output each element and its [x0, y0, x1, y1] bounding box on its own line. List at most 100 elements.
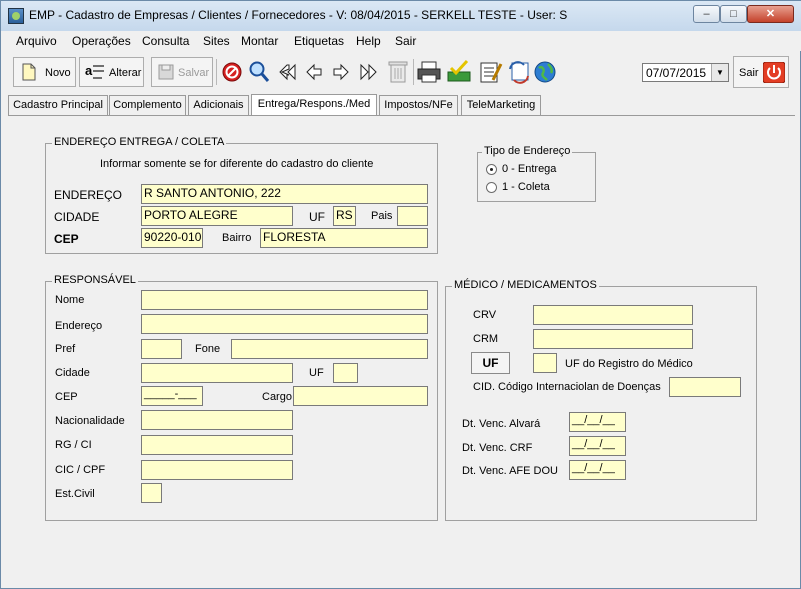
cep-label: CEP	[54, 232, 79, 246]
afe-date-input[interactable]: __/__/__	[569, 460, 626, 480]
cic-input[interactable]	[141, 460, 293, 480]
alterar-label: Alterar	[109, 67, 142, 79]
tipo-endereco-legend: Tipo de Endereço	[482, 145, 573, 157]
crm-input[interactable]	[533, 329, 693, 349]
date-value: 07/07/2015	[646, 66, 707, 80]
sair-button[interactable]: Sair	[733, 56, 789, 88]
cep-resp-label: CEP	[55, 391, 78, 403]
cid-label: CID. Código Internaciolan de Doenças	[473, 381, 661, 393]
novo-button[interactable]: Novo	[13, 57, 76, 87]
menu-montar[interactable]: Montar	[241, 34, 278, 48]
uf-label: UF	[309, 210, 325, 224]
menu-sites[interactable]: Sites	[203, 34, 230, 48]
edit-text-icon: a	[85, 63, 104, 79]
radio-entrega[interactable]	[486, 164, 497, 175]
cancel-icon[interactable]	[221, 61, 243, 83]
nome-label: Nome	[55, 294, 85, 306]
crv-label: CRV	[473, 309, 497, 321]
tab-telemarketing[interactable]: TeleMarketing	[461, 95, 541, 115]
rg-label: RG / CI	[55, 439, 92, 451]
responsavel-legend: RESPONSÁVEL	[52, 274, 138, 286]
fone-label: Fone	[195, 343, 221, 355]
delete-icon[interactable]	[387, 60, 409, 84]
app-icon	[8, 8, 24, 24]
next-record-icon[interactable]	[332, 63, 350, 81]
crm-label: CRM	[473, 333, 499, 345]
crf-label: Dt. Venc. CRF	[462, 442, 533, 454]
crv-input[interactable]	[533, 305, 693, 325]
rg-input[interactable]	[141, 435, 293, 455]
svg-text:a: a	[85, 63, 93, 78]
tab-complemento[interactable]: Complemento	[109, 95, 186, 115]
dropdown-arrow-icon[interactable]: ▼	[711, 64, 728, 81]
save-icon	[158, 64, 174, 80]
endereco-label: ENDEREÇO	[54, 188, 123, 202]
approve-icon[interactable]	[445, 58, 473, 84]
nacionalidade-input[interactable]	[141, 410, 293, 430]
previous-record-icon[interactable]	[305, 63, 323, 81]
novo-label: Novo	[45, 67, 71, 79]
alvara-label: Dt. Venc. Alvará	[462, 418, 541, 430]
uf-entrega-input[interactable]: RS	[333, 206, 356, 226]
fone-input[interactable]	[231, 339, 428, 359]
cidade-label: CIDADE	[54, 210, 100, 224]
cep-entrega-input[interactable]: 90220-010	[141, 228, 203, 248]
cep-resp-input[interactable]: _____-___	[141, 386, 203, 406]
refresh-documents-icon[interactable]	[506, 59, 532, 85]
radio-entrega-label[interactable]: 0 - Entrega	[502, 163, 556, 175]
menu-consulta[interactable]: Consulta	[142, 34, 189, 48]
pais-entrega-input[interactable]	[397, 206, 428, 226]
menu-sair[interactable]: Sair	[395, 34, 416, 48]
tab-entrega-respons-med[interactable]: Entrega/Respons./Med	[251, 94, 377, 116]
uf-medico-button[interactable]: UF	[471, 352, 510, 374]
cid-input[interactable]	[669, 377, 741, 397]
entrega-legend: ENDEREÇO ENTREGA / COLETA	[52, 136, 227, 148]
endereco-resp-input[interactable]	[141, 314, 428, 334]
estcivil-input[interactable]	[141, 483, 162, 503]
globe-icon[interactable]	[534, 61, 556, 83]
alvara-date-input[interactable]: __/__/__	[569, 412, 626, 432]
nacionalidade-label: Nacionalidade	[55, 415, 125, 427]
tab-impostos-nfe[interactable]: Impostos/NFe	[379, 95, 458, 115]
alterar-button[interactable]: a Alterar	[79, 57, 144, 87]
cic-label: CIC / CPF	[55, 464, 106, 476]
title-bar: EMP - Cadastro de Empresas / Clientes / …	[1, 1, 801, 31]
medico-legend: MÉDICO / MEDICAMENTOS	[452, 279, 599, 291]
menu-help[interactable]: Help	[356, 34, 381, 48]
search-icon[interactable]	[247, 60, 271, 84]
close-button[interactable]: ✕	[747, 5, 794, 23]
window-title: EMP - Cadastro de Empresas / Clientes / …	[29, 8, 568, 22]
notes-icon[interactable]	[479, 60, 503, 84]
radio-coleta-label[interactable]: 1 - Coleta	[502, 181, 550, 193]
pref-input[interactable]	[141, 339, 182, 359]
endereco-entrega-input[interactable]: R SANTO ANTONIO, 222	[141, 184, 428, 204]
menu-etiquetas[interactable]: Etiquetas	[294, 34, 344, 48]
tab-adicionais[interactable]: Adicionais	[188, 95, 249, 115]
nome-input[interactable]	[141, 290, 428, 310]
printer-icon[interactable]	[417, 60, 441, 84]
first-record-icon[interactable]	[278, 63, 298, 81]
endereco-resp-label: Endereço	[55, 320, 103, 332]
tab-cadastro-principal[interactable]: Cadastro Principal	[8, 95, 108, 115]
salvar-button[interactable]: Salvar	[151, 57, 213, 87]
bairro-entrega-input[interactable]: FLORESTA	[260, 228, 428, 248]
new-document-icon	[22, 63, 36, 81]
cidade-resp-input[interactable]	[141, 363, 293, 383]
pref-label: Pref	[55, 343, 76, 355]
maximize-button[interactable]: □	[720, 5, 747, 23]
cidade-entrega-input[interactable]: PORTO ALEGRE	[141, 206, 293, 226]
cargo-input[interactable]	[293, 386, 428, 406]
uf-medico-input[interactable]	[533, 353, 557, 373]
radio-coleta[interactable]	[486, 182, 497, 193]
menu-arquivo[interactable]: Arquivo	[16, 34, 57, 48]
last-record-icon[interactable]	[358, 63, 378, 81]
cidade-resp-label: Cidade	[55, 367, 90, 379]
date-picker[interactable]: 07/07/2015 ▼	[642, 63, 729, 82]
tipo-endereco-group: Tipo de Endereço	[477, 145, 596, 202]
uf-resp-input[interactable]	[333, 363, 358, 383]
salvar-label: Salvar	[178, 67, 210, 79]
menu-operacoes[interactable]: Operações	[72, 34, 131, 48]
crf-date-input[interactable]: __/__/__	[569, 436, 626, 456]
bairro-label: Bairro	[222, 232, 252, 244]
minimize-button[interactable]: –	[693, 5, 720, 23]
